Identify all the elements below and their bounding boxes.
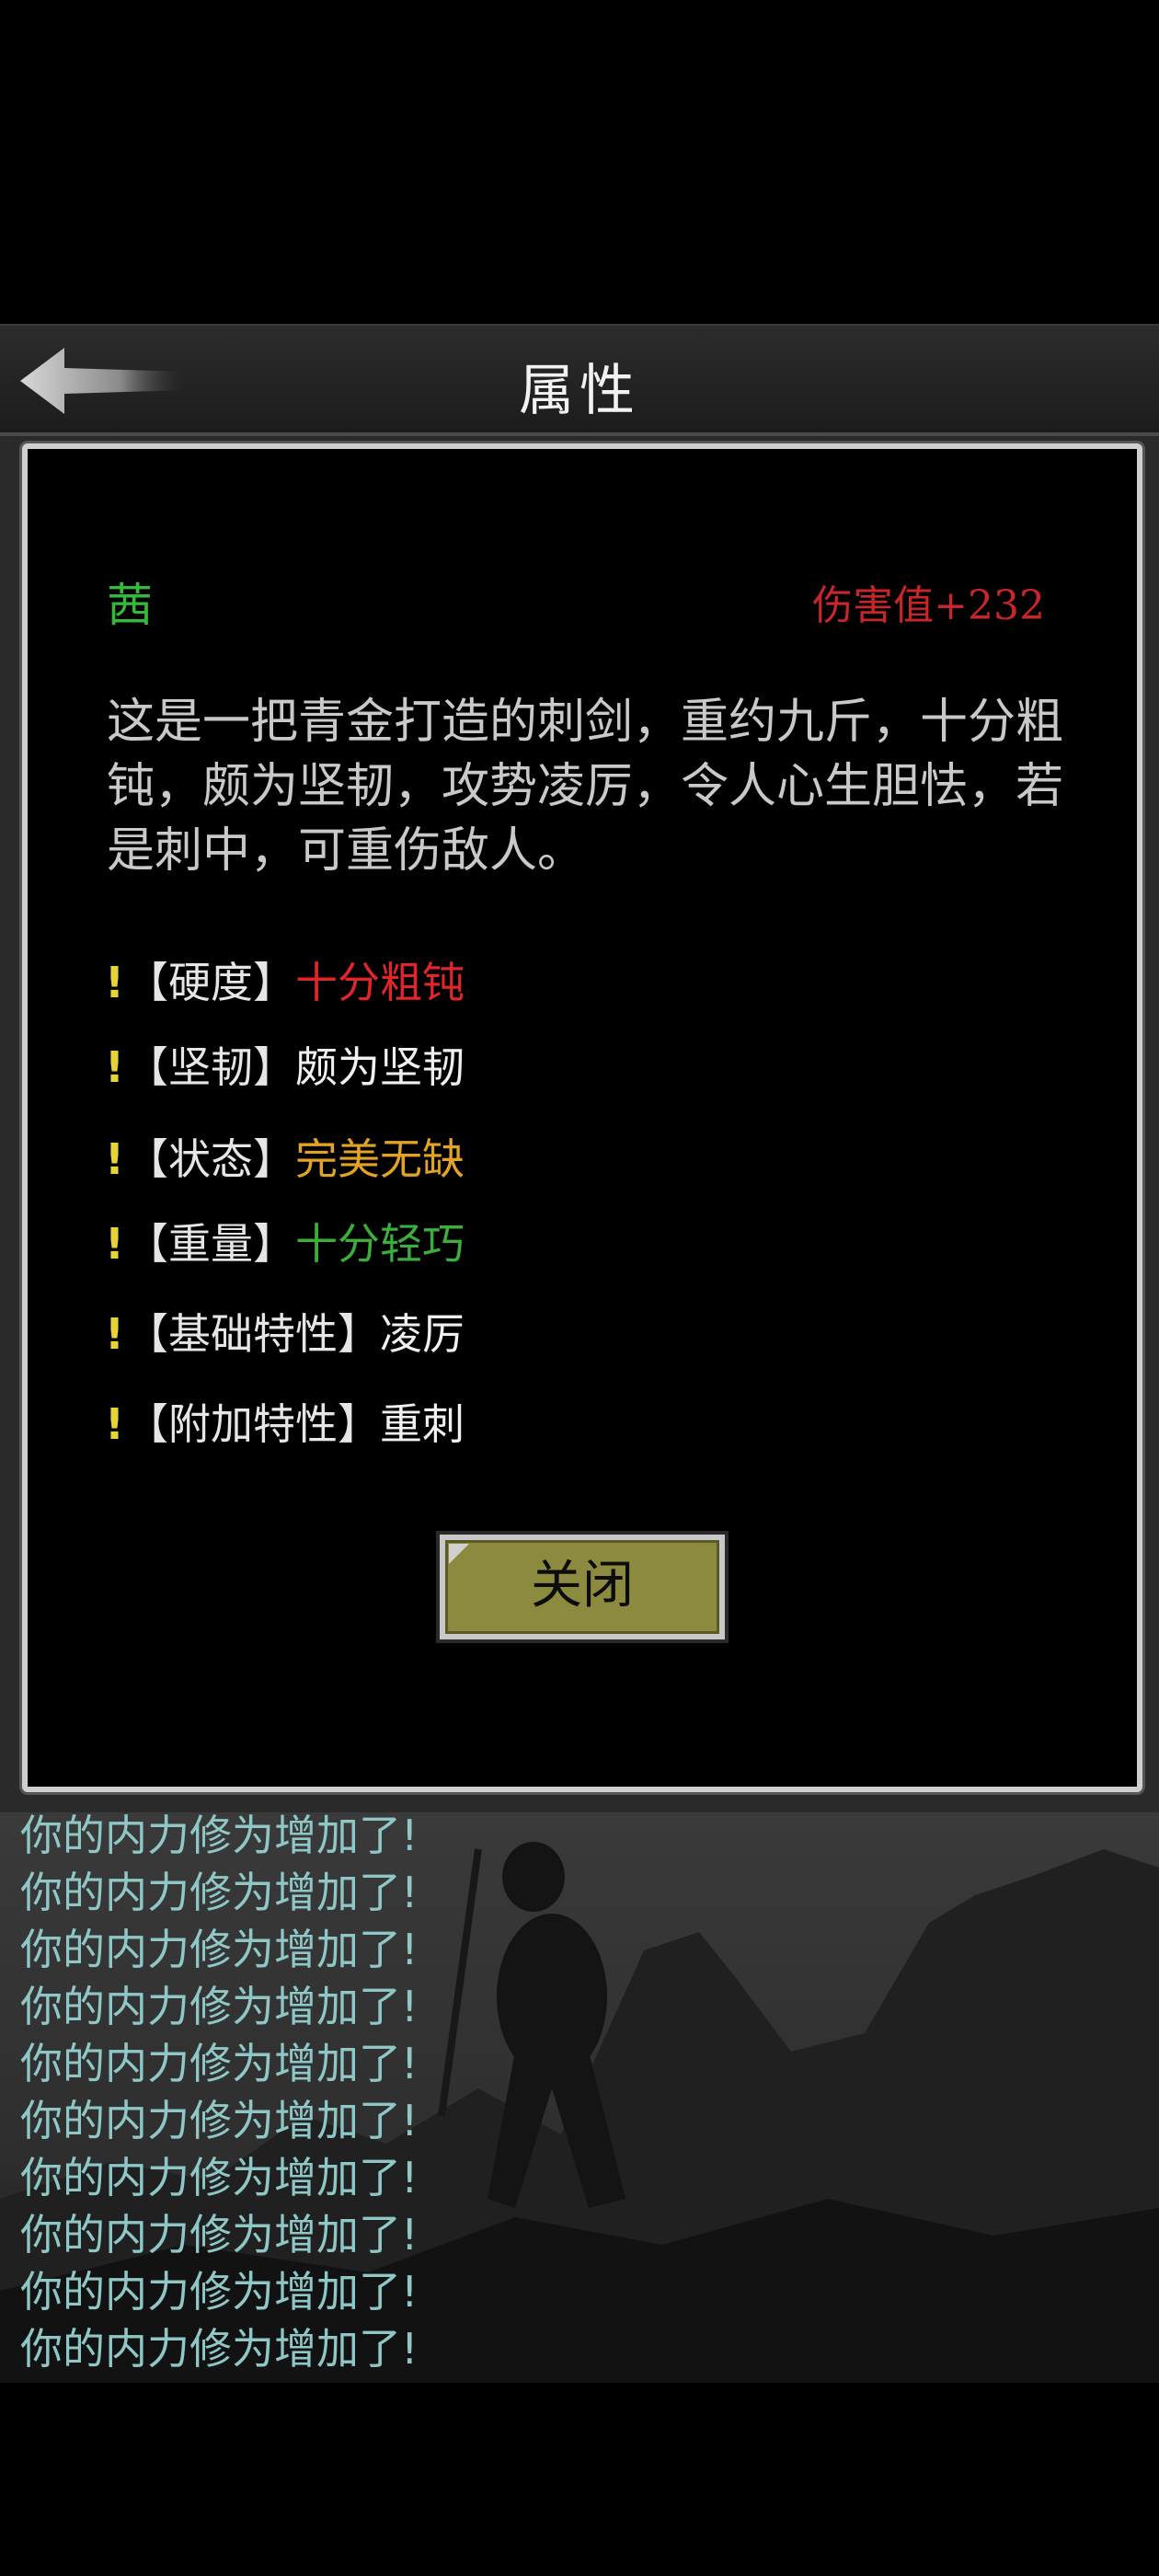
attribute-key: 【重量】 bbox=[125, 1219, 295, 1269]
attribute-row-weight: !【重量】十分轻巧 bbox=[105, 1211, 465, 1271]
attribute-row-hardness: !【硬度】十分粗钝 bbox=[105, 949, 465, 1010]
attribute-row-toughness: !【坚韧】颇为坚韧 bbox=[105, 1034, 465, 1095]
attribute-value: 重刺 bbox=[379, 1399, 465, 1449]
damage-value: 伤害值+232 bbox=[812, 582, 1045, 629]
header-bar: 属性 bbox=[0, 324, 1159, 436]
alert-marker-icon: ! bbox=[105, 1399, 124, 1449]
attribute-key: 【状态】 bbox=[125, 1134, 295, 1184]
button-corner-notch bbox=[449, 1544, 469, 1564]
page-title: 属性 bbox=[519, 359, 640, 423]
attribute-key: 【基础特性】 bbox=[125, 1309, 380, 1359]
log-line: 你的内力修为增加了! bbox=[20, 2267, 419, 2317]
item-description: 这是一把青金打造的刺剑，重约九斤，十分粗钝，颇为坚韧，攻势凌厉，令人心生胆怯，若… bbox=[107, 695, 1064, 879]
log-line: 你的内力修为增加了! bbox=[20, 2039, 419, 2088]
attribute-value: 完美无缺 bbox=[294, 1134, 465, 1184]
attribute-value: 十分轻巧 bbox=[294, 1219, 465, 1269]
item-name: 茜 bbox=[107, 579, 153, 632]
log-line: 你的内力修为增加了! bbox=[20, 2210, 419, 2260]
attribute-panel: 茜 伤害值+232 这是一把青金打造的刺剑，重约九斤，十分粗钝，颇为坚韧，攻势凌… bbox=[22, 443, 1142, 1792]
alert-marker-icon: ! bbox=[105, 1219, 124, 1269]
message-log: 你的内力修为增加了! 你的内力修为增加了! 你的内力修为增加了! 你的内力修为增… bbox=[20, 1807, 664, 2377]
close-button-label: 关闭 bbox=[531, 1556, 634, 1616]
log-line: 你的内力修为增加了! bbox=[20, 1925, 419, 1974]
alert-marker-icon: ! bbox=[105, 1042, 124, 1092]
attribute-row-extra-trait: !【附加特性】重刺 bbox=[105, 1391, 465, 1452]
log-line: 你的内力修为增加了! bbox=[20, 1868, 419, 1917]
log-line: 你的内力修为增加了! bbox=[20, 1811, 419, 1860]
attribute-value: 凌厉 bbox=[379, 1309, 465, 1359]
alert-marker-icon: ! bbox=[105, 1309, 124, 1359]
alert-marker-icon: ! bbox=[105, 958, 124, 1007]
attribute-value: 十分粗钝 bbox=[294, 958, 465, 1007]
attribute-row-base-trait: !【基础特性】凌厉 bbox=[105, 1301, 465, 1362]
log-line: 你的内力修为增加了! bbox=[20, 1982, 419, 2031]
log-line: 你的内力修为增加了! bbox=[20, 2324, 419, 2374]
log-line: 你的内力修为增加了! bbox=[20, 2153, 419, 2202]
attribute-row-condition: !【状态】完美无缺 bbox=[105, 1126, 465, 1187]
close-button[interactable]: 关闭 bbox=[440, 1535, 725, 1639]
attribute-value: 颇为坚韧 bbox=[294, 1042, 465, 1092]
attribute-key: 【硬度】 bbox=[125, 958, 295, 1007]
alert-marker-icon: ! bbox=[105, 1134, 124, 1184]
attribute-key: 【坚韧】 bbox=[125, 1042, 295, 1092]
log-line: 你的内力修为增加了! bbox=[20, 2096, 419, 2145]
attribute-key: 【附加特性】 bbox=[125, 1399, 380, 1449]
